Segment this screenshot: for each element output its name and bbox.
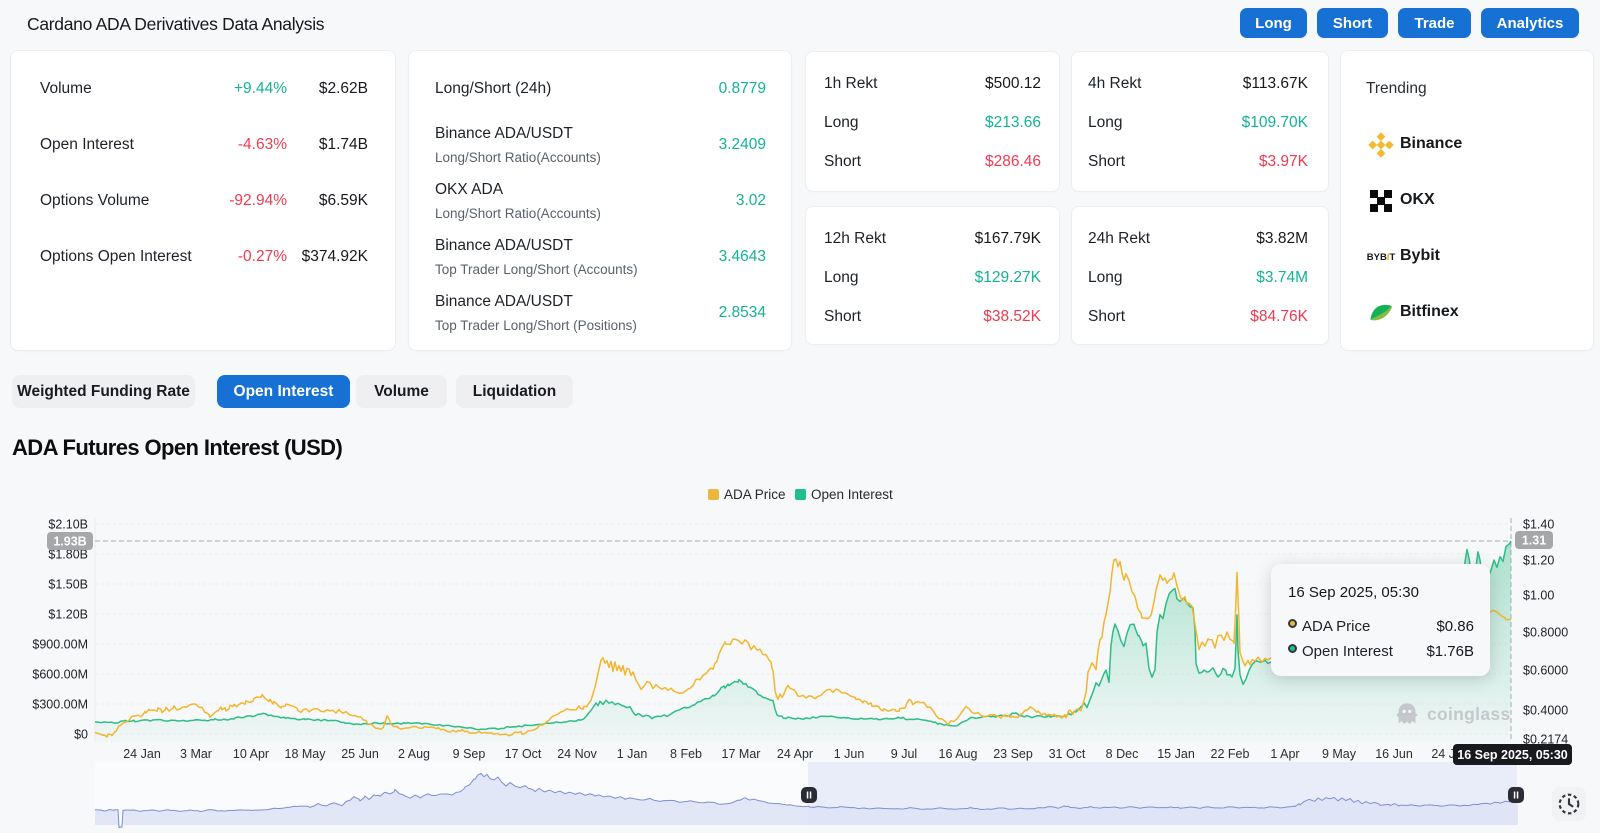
svg-text:1 Apr: 1 Apr: [1270, 747, 1299, 761]
svg-text:18 May: 18 May: [285, 747, 327, 761]
svg-text:$1.50B: $1.50B: [48, 578, 88, 592]
svg-text:$1.00: $1.00: [1523, 589, 1554, 603]
svg-text:31 Oct: 31 Oct: [1049, 747, 1086, 761]
svg-text:$0.8000: $0.8000: [1523, 626, 1568, 640]
svg-text:9 Sep: 9 Sep: [453, 747, 486, 761]
svg-text:16 Jun: 16 Jun: [1375, 747, 1413, 761]
svg-text:16 Aug: 16 Aug: [939, 747, 978, 761]
svg-text:1 Jun: 1 Jun: [834, 747, 865, 761]
svg-text:9 May: 9 May: [1322, 747, 1357, 761]
svg-text:$0.6000: $0.6000: [1523, 664, 1568, 678]
svg-text:23 Sep: 23 Sep: [993, 747, 1033, 761]
svg-text:$0: $0: [74, 728, 88, 742]
svg-text:1 Jan: 1 Jan: [617, 747, 648, 761]
svg-text:22 Feb: 22 Feb: [1211, 747, 1250, 761]
svg-text:15 Jan: 15 Jan: [1157, 747, 1195, 761]
svg-text:1.93B: 1.93B: [53, 535, 86, 549]
svg-text:1.31: 1.31: [1522, 534, 1546, 548]
svg-text:$2.10B: $2.10B: [48, 518, 88, 532]
svg-text:10 Apr: 10 Apr: [233, 747, 269, 761]
svg-text:9 Jul: 9 Jul: [891, 747, 917, 761]
svg-text:17 Oct: 17 Oct: [505, 747, 542, 761]
svg-text:3 Mar: 3 Mar: [180, 747, 212, 761]
svg-text:24 Jan: 24 Jan: [123, 747, 161, 761]
svg-text:$1.40: $1.40: [1523, 518, 1554, 532]
svg-text:$1.20B: $1.20B: [48, 608, 88, 622]
svg-text:8 Dec: 8 Dec: [1106, 747, 1139, 761]
svg-text:25 Jun: 25 Jun: [341, 747, 379, 761]
svg-text:$900.00M: $900.00M: [32, 638, 88, 652]
svg-text:2 Aug: 2 Aug: [398, 747, 430, 761]
svg-text:$300.00M: $300.00M: [32, 698, 88, 712]
svg-text:24 Nov: 24 Nov: [557, 747, 597, 761]
svg-text:$1.20: $1.20: [1523, 554, 1554, 568]
svg-text:24 Apr: 24 Apr: [777, 747, 813, 761]
svg-text:$600.00M: $600.00M: [32, 668, 88, 682]
svg-text:8 Feb: 8 Feb: [670, 747, 702, 761]
svg-text:17 Mar: 17 Mar: [722, 747, 761, 761]
